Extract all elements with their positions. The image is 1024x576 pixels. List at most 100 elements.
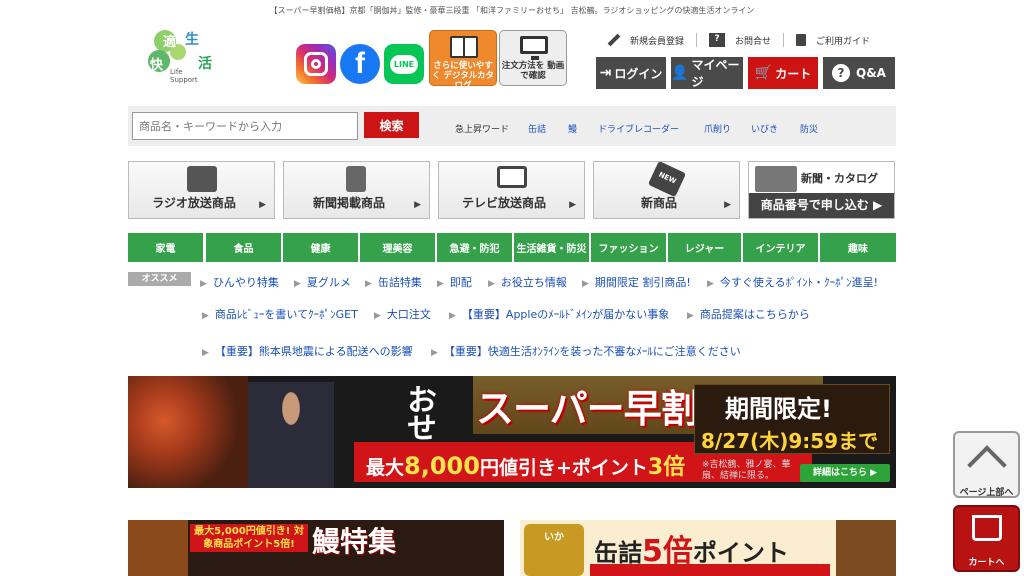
cart-button[interactable]: 🛒 カート xyxy=(748,57,818,89)
qa-button[interactable]: ? Q&A xyxy=(823,57,895,89)
search-input[interactable] xyxy=(132,112,358,140)
guide-link[interactable]: ご利用ガイド xyxy=(783,33,882,47)
recommend-link[interactable]: ▶ 商品ﾚﾋﾞｭｰを書いてｸｰﾎﾟﾝGET xyxy=(202,306,358,322)
arrow-icon: ▶ xyxy=(569,200,576,210)
genre-tab[interactable]: インテリア xyxy=(743,233,818,262)
trend-link[interactable]: 防災 xyxy=(800,122,818,135)
recommend-link[interactable]: ▶ 夏グルメ xyxy=(294,274,351,290)
instagram-icon[interactable] xyxy=(296,44,336,84)
catalog-order-button[interactable]: 新聞・カタログ 商品番号で申し込む ▶ xyxy=(748,161,895,219)
recommend-link[interactable]: ▶ 【重要】快適生活ｵﾝﾗｲﾝを装った不審なﾒｰﾙにご注意ください xyxy=(431,343,741,359)
genre-tab[interactable]: レジャー xyxy=(668,233,741,262)
user-icon: 👤 xyxy=(671,65,689,81)
recommend-label: 夏グルメ xyxy=(306,276,351,289)
digital-catalog-button[interactable]: さらに使いやすく デジタルカタログ xyxy=(429,30,497,91)
genre-tab[interactable]: 健康 xyxy=(283,233,358,262)
recommend-label: 缶詰特集 xyxy=(377,276,422,289)
login-icon: ⇥ xyxy=(599,65,612,81)
page-top-label: ページ上部へ xyxy=(959,488,1014,498)
contact-link[interactable]: ? お問合せ xyxy=(696,33,783,47)
order-video-button[interactable]: 注文方法を 動画で確認 xyxy=(499,30,567,86)
genre-tab[interactable]: 理美容 xyxy=(360,233,435,262)
recommend-link[interactable]: ▶ 缶詰特集 xyxy=(365,274,422,290)
catalog-top-label: 新聞・カタログ xyxy=(801,172,878,185)
radio-products-button[interactable]: ラジオ放送商品 ▶ xyxy=(128,161,275,219)
genre-tab[interactable]: 食品 xyxy=(206,233,281,262)
triangle-icon: ▶ xyxy=(582,279,589,289)
catalog-icon xyxy=(755,166,797,192)
guide-label: ご利用ガイド xyxy=(816,36,871,47)
new-tag-icon: NEW xyxy=(647,160,687,198)
chevron-up-icon xyxy=(966,445,1007,485)
genre-tab[interactable]: 生活雑貨・防災 xyxy=(514,233,589,262)
eel-banner[interactable]: 最大5,000円値引き! 対象商品ポイント5倍! 鰻特集 xyxy=(128,520,504,576)
site-logo[interactable]: 適 生 快 活 Life Support xyxy=(148,28,224,86)
mypage-label: マイページ xyxy=(691,58,740,89)
genre-tab[interactable]: 家電 xyxy=(128,233,203,262)
tv-products-label: テレビ放送商品 xyxy=(461,196,546,210)
login-label: ログイン xyxy=(614,66,663,81)
triangle-icon: ▶ xyxy=(687,311,694,321)
trend-link[interactable]: 缶詰 xyxy=(528,122,546,135)
logo-char: 生 xyxy=(185,32,199,48)
detail-button[interactable]: 詳細はこちら ▶ xyxy=(800,464,890,482)
search-button[interactable]: 検索 xyxy=(364,112,419,138)
logo-char: 適 xyxy=(163,35,177,50)
triangle-icon: ▶ xyxy=(365,279,372,289)
recommend-link[interactable]: ▶ 【重要】熊本県地震による配送への影響 xyxy=(202,343,413,359)
register-link[interactable]: 新規会員登録 xyxy=(607,33,696,47)
recommend-label: 【重要】Appleのﾒｰﾙﾄﾞﾒｲﾝが届かない事象 xyxy=(461,308,670,321)
book-icon xyxy=(450,36,478,58)
new-products-label: 新商品 xyxy=(640,196,677,210)
contact-label: お問合せ xyxy=(735,36,772,47)
canned-title-pre: 缶詰 xyxy=(594,539,642,567)
trend-label: 急上昇ワード xyxy=(455,125,510,135)
canned-food-image xyxy=(836,520,896,576)
triangle-icon: ▶ xyxy=(488,279,495,289)
limited-label: 期間限定! xyxy=(725,395,832,423)
recommend-label: 即配 xyxy=(449,276,472,289)
recommend-link[interactable]: ▶ 大口注文 xyxy=(374,306,431,322)
recommend-link[interactable]: ▶ ひんやり特集 xyxy=(200,274,279,290)
trend-link[interactable]: 鰻 xyxy=(568,122,577,135)
newspaper-products-label: 新聞掲載商品 xyxy=(312,196,385,210)
logo-char: 活 xyxy=(198,56,212,72)
triangle-icon: ▶ xyxy=(374,311,381,321)
recommend-link[interactable]: ▶ 即配 xyxy=(437,274,472,290)
genre-tab[interactable]: 急避・防犯 xyxy=(437,233,512,262)
tv-products-button[interactable]: テレビ放送商品 ▶ xyxy=(438,161,585,219)
recommend-link[interactable]: ▶ 【重要】Appleのﾒｰﾙﾄﾞﾒｲﾝが届かない事象 xyxy=(449,306,669,322)
recommend-link[interactable]: ▶ 今すぐ使えるﾎﾟｲﾝﾄ・ｸｰﾎﾟﾝ進呈! xyxy=(707,274,878,290)
facebook-icon[interactable]: f xyxy=(340,44,380,84)
recommend-label: 【重要】熊本県地震による配送への影響 xyxy=(214,345,413,358)
triangle-icon: ▶ xyxy=(202,348,209,358)
page-top-button[interactable]: ページ上部へ xyxy=(953,431,1020,498)
deadline-date: 8/27(木)9:59まで xyxy=(701,429,879,453)
guide-book-icon xyxy=(796,34,807,46)
newspaper-products-button[interactable]: 新聞掲載商品 ▶ xyxy=(283,161,430,219)
banner-note: ※吉松鶴、雅ノ宴、華扇、結禅に限る。 xyxy=(702,460,791,481)
recommend-link[interactable]: ▶ お役立ち情報 xyxy=(488,274,567,290)
triangle-icon: ▶ xyxy=(437,279,444,289)
trend-link[interactable]: いびき xyxy=(751,122,778,135)
recommend-label: 商品提案はこちらから xyxy=(699,308,810,321)
canned-image: いか xyxy=(524,524,584,576)
recommend-link[interactable]: ▶ 期間限定 割引商品! xyxy=(582,274,691,290)
login-button[interactable]: ⇥ ログイン xyxy=(596,57,666,89)
top-links: 新規会員登録 ? お問合せ ご利用ガイド xyxy=(607,33,882,47)
canned-banner[interactable]: いか 缶詰5倍ポイント xyxy=(520,520,896,576)
line-icon[interactable]: LINE xyxy=(384,44,424,84)
genre-tab[interactable]: ファッション xyxy=(591,233,666,262)
triangle-icon: ▶ xyxy=(294,279,301,289)
triangle-icon: ▶ xyxy=(200,279,207,289)
genre-tab[interactable]: 趣味 xyxy=(820,233,896,262)
side-cart-button[interactable]: カートへ xyxy=(953,505,1020,572)
trend-link[interactable]: ドライブレコーダー xyxy=(598,122,679,135)
trend-link[interactable]: 爪削り xyxy=(704,122,731,135)
new-products-button[interactable]: NEW 新商品 ▶ xyxy=(593,160,740,219)
recommend-label: 今すぐ使えるﾎﾟｲﾝﾄ・ｸｰﾎﾟﾝ進呈! xyxy=(719,276,879,289)
mypage-button[interactable]: 👤 マイページ xyxy=(671,57,743,89)
osechi-banner[interactable]: おせち スーパー早割価格 最大8,000円値引き+ポイント3倍 期間限定! 8/… xyxy=(128,376,896,488)
arrow-icon: ▶ xyxy=(259,200,266,210)
recommend-link[interactable]: ▶ 商品提案はこちらから xyxy=(687,306,810,322)
